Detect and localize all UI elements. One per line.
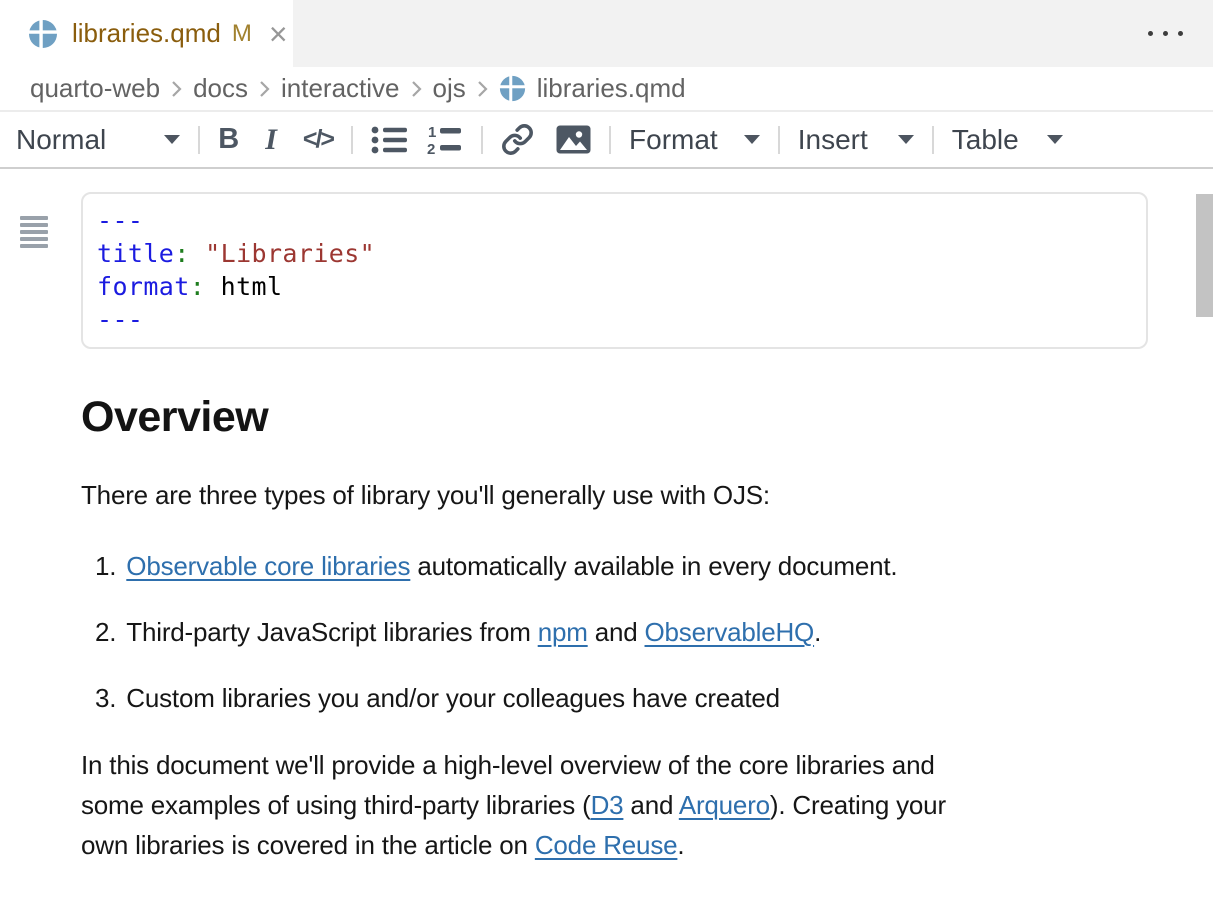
- image-button[interactable]: [556, 125, 591, 154]
- heading-overview: Overview: [81, 393, 1213, 442]
- list-item: 3. Custom libraries you and/or your coll…: [95, 678, 1213, 718]
- more-actions-icon[interactable]: [1118, 0, 1213, 67]
- paragraph-style-label: Normal: [16, 124, 106, 156]
- paragraph-line: own libraries is covered in the article …: [81, 825, 1213, 865]
- paragraph-line: some examples of using third-party libra…: [81, 785, 1213, 825]
- link-observablehq[interactable]: ObservableHQ: [645, 617, 815, 647]
- tab-libraries-qmd[interactable]: libraries.qmd M ×: [0, 0, 293, 67]
- chevron-right-icon: [475, 78, 490, 100]
- insert-menu-label: Insert: [798, 124, 868, 156]
- format-menu-label: Format: [629, 124, 718, 156]
- ordered-list: 1. Observable core libraries automatical…: [95, 546, 1213, 718]
- link-npm[interactable]: npm: [538, 617, 588, 647]
- breadcrumb-interactive[interactable]: interactive: [281, 73, 400, 104]
- quarto-logo-icon: [28, 19, 58, 49]
- toolbar-separator: [609, 126, 611, 154]
- italic-button[interactable]: I: [265, 123, 277, 157]
- modified-badge: M: [232, 20, 252, 48]
- paragraph-style-dropdown[interactable]: Normal: [16, 124, 180, 156]
- breadcrumb-ojs[interactable]: ojs: [433, 73, 466, 104]
- chevron-right-icon: [169, 78, 184, 100]
- svg-text:1: 1: [428, 124, 436, 141]
- breadcrumb-quarto-web[interactable]: quarto-web: [30, 73, 160, 104]
- toolbar-separator: [778, 126, 780, 154]
- toolbar-separator: [198, 126, 200, 154]
- chevron-down-icon: [898, 135, 914, 144]
- yaml-line: ---: [97, 303, 1132, 336]
- block-drag-handle-icon[interactable]: [20, 216, 48, 248]
- link-arquero[interactable]: Arquero: [679, 790, 770, 820]
- list-item: 1. Observable core libraries automatical…: [95, 546, 1213, 586]
- editor-toolbar: Normal B I </> 1 2: [0, 112, 1213, 169]
- yaml-front-matter-block[interactable]: --- title: "Libraries" format: html ---: [81, 192, 1148, 349]
- link-button[interactable]: [501, 123, 534, 156]
- vertical-scrollbar-thumb[interactable]: [1196, 194, 1213, 317]
- toolbar-separator: [481, 126, 483, 154]
- chevron-right-icon: [257, 78, 272, 100]
- table-menu[interactable]: Table: [952, 124, 1063, 156]
- breadcrumb-docs[interactable]: docs: [193, 73, 248, 104]
- link-code-reuse[interactable]: Code Reuse: [535, 830, 678, 860]
- paragraph-line: In this document we'll provide a high-le…: [81, 745, 1213, 785]
- list-item: 2. Third-party JavaScript libraries from…: [95, 612, 1213, 652]
- chevron-right-icon: [409, 78, 424, 100]
- quarto-logo-icon: [499, 75, 526, 102]
- paragraph: In this document we'll provide a high-le…: [81, 745, 1213, 865]
- breadcrumb: quarto-web docs interactive ojs librarie…: [0, 67, 1213, 112]
- link-observable-core-libraries[interactable]: Observable core libraries: [126, 551, 410, 581]
- paragraph: There are three types of library you'll …: [81, 475, 1213, 515]
- tab-bar: libraries.qmd M ×: [0, 0, 1213, 67]
- bold-button[interactable]: B: [218, 123, 239, 156]
- numbered-list-button[interactable]: 1 2: [427, 124, 463, 156]
- svg-text:2: 2: [427, 141, 435, 156]
- breadcrumb-file[interactable]: libraries.qmd: [537, 73, 686, 104]
- tab-title: libraries.qmd: [72, 18, 221, 49]
- yaml-line: ---: [97, 204, 1132, 237]
- insert-menu[interactable]: Insert: [798, 124, 914, 156]
- toolbar-separator: [932, 126, 934, 154]
- close-icon[interactable]: ×: [269, 18, 288, 50]
- chevron-down-icon: [164, 135, 180, 144]
- link-d3[interactable]: D3: [591, 790, 624, 820]
- visual-editor-surface[interactable]: --- title: "Libraries" format: html --- …: [0, 192, 1213, 910]
- bulleted-list-button[interactable]: [371, 125, 407, 155]
- chevron-down-icon: [1047, 135, 1063, 144]
- inline-code-button[interactable]: </>: [303, 125, 333, 154]
- yaml-line: format: html: [97, 270, 1132, 303]
- yaml-line: title: "Libraries": [97, 237, 1132, 270]
- table-menu-label: Table: [952, 124, 1019, 156]
- chevron-down-icon: [744, 135, 760, 144]
- format-menu[interactable]: Format: [629, 124, 760, 156]
- toolbar-separator: [351, 126, 353, 154]
